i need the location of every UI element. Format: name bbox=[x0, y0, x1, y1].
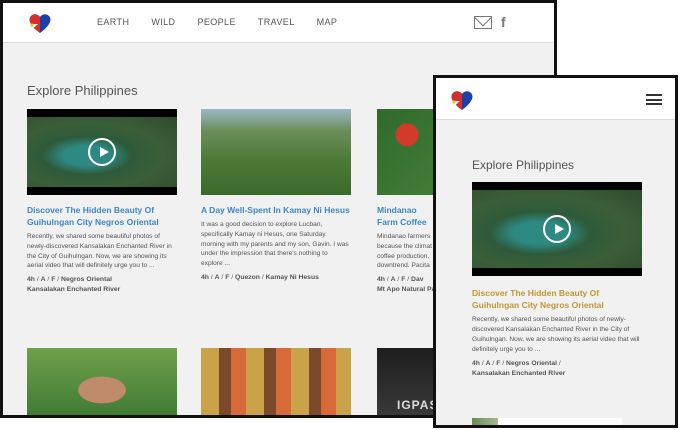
article-thumbnail[interactable] bbox=[201, 109, 351, 195]
next-article-card[interactable] bbox=[472, 418, 622, 425]
nav-travel[interactable]: TRAVEL bbox=[258, 17, 295, 27]
article-thumbnail[interactable] bbox=[27, 348, 177, 415]
article-card[interactable]: Discover The Hidden Beauty Of Guihulngan… bbox=[27, 109, 177, 295]
play-icon[interactable] bbox=[88, 138, 116, 166]
article-card[interactable] bbox=[27, 348, 177, 415]
mobile-header bbox=[436, 78, 675, 120]
nav-wild[interactable]: WILD bbox=[151, 17, 175, 27]
philippines-heart-logo-icon[interactable] bbox=[27, 11, 53, 35]
section-title: Explore Philippines bbox=[27, 83, 138, 98]
article-meta: 4h / A / F / Negros Oriental / Kansalakan… bbox=[472, 360, 566, 377]
mail-icon[interactable] bbox=[474, 16, 492, 29]
nav-people[interactable]: PEOPLE bbox=[197, 17, 235, 27]
article-card[interactable]: Discover The Hidden Beauty Of Guihulngan… bbox=[472, 182, 642, 379]
article-meta: 4h / A / F / Quezon / Kamay Ni Hesus bbox=[201, 273, 319, 281]
desktop-header: EARTH WILD PEOPLE TRAVEL MAP f bbox=[3, 3, 554, 43]
video-thumbnail[interactable] bbox=[472, 182, 642, 276]
article-thumbnail[interactable] bbox=[472, 418, 498, 425]
article-title[interactable]: Discover The Hidden Beauty Of Guihulngan… bbox=[472, 287, 642, 311]
philippines-heart-logo-icon[interactable] bbox=[449, 88, 475, 112]
article-excerpt: Recently, we shared some beautiful photo… bbox=[27, 233, 172, 270]
nav-earth[interactable]: EARTH bbox=[97, 17, 129, 27]
article-title[interactable]: A Day Well-Spent In Kamay Ni Hesus bbox=[201, 204, 351, 216]
article-card[interactable]: A Day Well-Spent In Kamay Ni Hesus It wa… bbox=[201, 109, 351, 283]
video-thumbnail[interactable] bbox=[27, 109, 177, 195]
mobile-browser-frame: Explore Philippines Discover The Hidden … bbox=[433, 75, 678, 428]
main-navigation: EARTH WILD PEOPLE TRAVEL MAP bbox=[97, 17, 359, 27]
hamburger-menu-icon[interactable] bbox=[646, 94, 662, 105]
nav-map[interactable]: MAP bbox=[317, 17, 338, 27]
article-meta: 4h / A / F / Negros Oriental Kansalakan E… bbox=[27, 276, 121, 294]
article-excerpt: Mindanao farmers because the climat coff… bbox=[377, 233, 432, 270]
article-card[interactable] bbox=[201, 348, 351, 415]
article-title[interactable]: Discover The Hidden Beauty Of Guihulngan… bbox=[27, 204, 177, 228]
section-title: Explore Philippines bbox=[472, 158, 575, 172]
play-icon[interactable] bbox=[543, 215, 571, 243]
article-thumbnail[interactable] bbox=[201, 348, 351, 415]
article-excerpt: It was a good decision to explore Lucban… bbox=[201, 221, 349, 268]
article-excerpt: Recently, we shared some beautiful photo… bbox=[472, 316, 640, 353]
article-title[interactable]: Mindanao Farm Coffee bbox=[377, 204, 439, 228]
responsive-showcase: EARTH WILD PEOPLE TRAVEL MAP f Explore P… bbox=[0, 0, 680, 430]
facebook-icon[interactable]: f bbox=[501, 14, 506, 30]
